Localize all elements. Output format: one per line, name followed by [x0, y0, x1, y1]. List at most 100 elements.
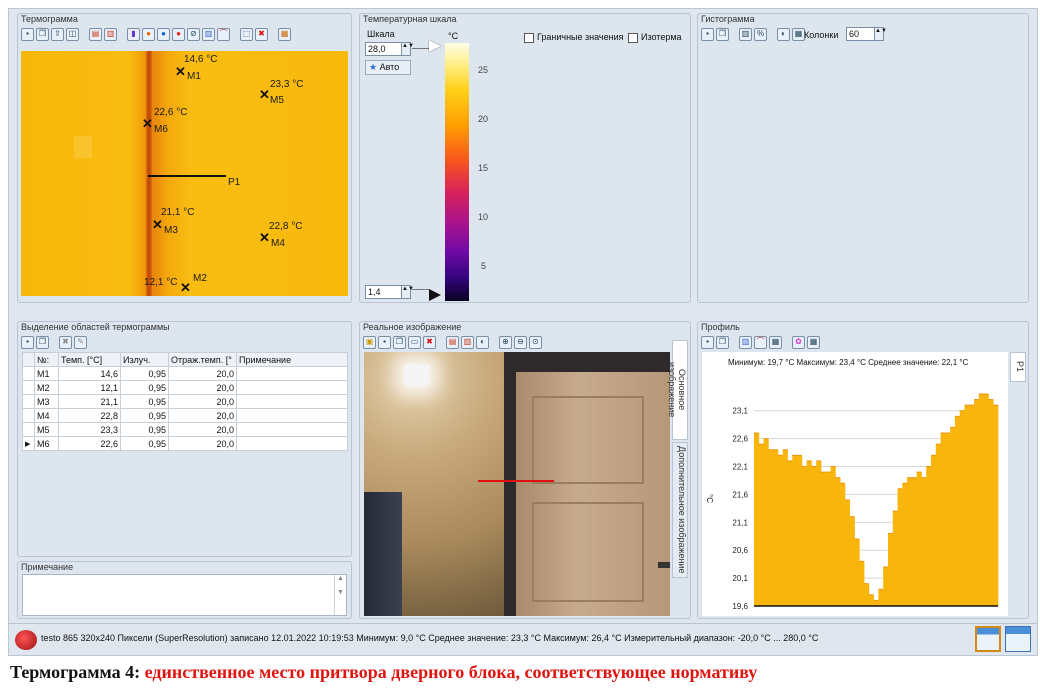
auto-button[interactable]: ★ Авто	[365, 60, 411, 75]
scale-icon[interactable]: ▮	[127, 27, 140, 41]
save-icon[interactable]: ▪	[701, 27, 714, 41]
save-icon[interactable]: ▪	[21, 335, 34, 349]
profile-bar	[801, 466, 808, 606]
marker-m4-id: M4	[271, 238, 285, 249]
save-icon[interactable]: ▪	[701, 335, 714, 349]
zoom-fit-icon[interactable]: ⊙	[529, 335, 542, 349]
zoom-in-icon[interactable]: ⊕	[499, 335, 512, 349]
window-icon[interactable]: ◫	[66, 27, 79, 41]
checkbox-box[interactable]	[628, 32, 638, 43]
header-temp[interactable]: Темп. [°C]	[58, 352, 121, 367]
point-icon[interactable]: ●	[172, 27, 185, 41]
palette-icon[interactable]: ▤	[446, 335, 459, 349]
bars-icon[interactable]: ▥	[739, 27, 752, 41]
bars-icon[interactable]: ▥	[739, 335, 752, 349]
profile-bar	[854, 539, 860, 606]
copy-icon[interactable]: ❐	[716, 27, 729, 41]
door-photo[interactable]	[364, 352, 670, 616]
header-reflected-temp[interactable]: Отраж.темп. [°	[168, 352, 237, 367]
spin-arrows-icon[interactable]: ▲▼	[401, 43, 414, 55]
grid-icon[interactable]: ▦	[807, 335, 820, 349]
scale-max-pointer[interactable]	[412, 37, 442, 52]
window-layout-2-icon[interactable]	[1005, 626, 1031, 652]
profile-bar	[974, 399, 980, 606]
marker-m2-cross[interactable]: ✕	[180, 281, 191, 294]
coldspot-icon[interactable]: ●	[157, 27, 170, 41]
copy-icon[interactable]: ❐	[716, 335, 729, 349]
scale-min-input[interactable]: 1,4 ▲▼	[365, 285, 414, 299]
tab-extra-image[interactable]: Дополнительное изображение	[672, 442, 688, 578]
figure-caption: Термограмма 4: единственное место притво…	[10, 662, 757, 683]
histogram-icon[interactable]: ▥	[202, 27, 215, 41]
checkbox-box[interactable]	[524, 32, 534, 43]
copy-icon[interactable]: ❐	[36, 335, 49, 349]
testo-logo-icon	[15, 630, 37, 650]
open-icon[interactable]: ▣	[363, 335, 376, 349]
palette-swap-icon[interactable]: ▥	[461, 335, 474, 349]
zoom-out-icon[interactable]: ⊖	[514, 335, 527, 349]
select-area-icon[interactable]: ⬚	[240, 27, 253, 41]
delete-icon[interactable]: ✖	[59, 335, 72, 349]
spin-arrows-icon[interactable]: ▲▼	[401, 286, 414, 298]
table-row[interactable]: M5 23,3 0,95 20,0	[22, 422, 348, 437]
profile-bar	[911, 477, 918, 606]
tick-10: 10	[478, 212, 489, 222]
color-icon[interactable]: ◐	[777, 27, 790, 41]
table-row[interactable]: M4 22,8 0,95 20,0	[22, 408, 348, 423]
export-icon[interactable]: ⇪	[51, 27, 64, 41]
line-chart-icon[interactable]: ⌒	[754, 335, 767, 349]
percent-icon[interactable]: %	[754, 27, 767, 41]
contrast-icon[interactable]: ◐	[476, 335, 489, 349]
isotherm-checkbox[interactable]: Изотерма	[628, 32, 682, 43]
thermal-image[interactable]: 14,6 °C ✕ M1 23,3 °C ✕ M5 22,6 °C ✕ M6 P…	[21, 51, 348, 296]
scale-min-pointer[interactable]	[412, 286, 444, 301]
profile-bar	[768, 449, 774, 606]
table-icon[interactable]: ▦	[278, 27, 291, 41]
marker-m4-cross[interactable]: ✕	[259, 231, 270, 244]
regions-panel: Выделение областей термограммы ▪ ❐ ✖ ✎ №…	[17, 321, 352, 557]
tab-main-image[interactable]: Основное изображение	[667, 340, 688, 440]
profile-bar	[916, 472, 922, 606]
header-note[interactable]: Примечание	[236, 352, 348, 367]
marker-m1-cross[interactable]: ✕	[175, 65, 186, 78]
marker-m6-cross[interactable]: ✕	[142, 117, 153, 130]
header-emissivity[interactable]: Излуч.	[120, 352, 169, 367]
paste-icon[interactable]: ▭	[408, 335, 421, 349]
color-wheel-icon[interactable]: ✿	[792, 335, 805, 349]
histogram-panel: Гистограмма ▪ ❐ ▥ % ◐ ▦ Колонки 60 ▲▼	[697, 13, 1029, 303]
tab-profile-p1[interactable]: P1	[1010, 352, 1026, 382]
scale-max-input[interactable]: 28,0 ▲▼	[365, 42, 414, 56]
palette-icon[interactable]: ▤	[89, 27, 102, 41]
profile-icon[interactable]: ⌒	[217, 27, 230, 41]
table-row[interactable]: M3 21,1 0,95 20,0	[22, 394, 348, 409]
real-image-title: Реальное изображение	[363, 322, 462, 332]
table-row[interactable]: ▶ M6 22,6 0,95 20,0	[22, 436, 348, 451]
save-icon[interactable]: ▪	[378, 335, 391, 349]
hotspot-icon[interactable]: ●	[142, 27, 155, 41]
note-panel: Примечание ▲ ▼	[17, 561, 352, 619]
marker-m3-cross[interactable]: ✕	[152, 218, 163, 231]
window-layout-1-icon[interactable]	[975, 626, 1001, 652]
table-header-row: №: Темп. [°C] Излуч. Отраж.темп. [° Прим…	[22, 352, 348, 367]
profile-bar	[830, 466, 836, 606]
chart-grid-icon[interactable]: ▦	[769, 335, 782, 349]
copy-icon[interactable]: ❐	[393, 335, 406, 349]
delete-icon[interactable]: ✖	[423, 335, 436, 349]
pin-icon[interactable]: ✎	[74, 335, 87, 349]
table-row[interactable]: M2 12,1 0,95 20,0	[22, 380, 348, 395]
note-textarea[interactable]: ▲ ▼	[22, 574, 347, 616]
table-row[interactable]: M1 14,6 0,95 20,0	[22, 366, 348, 381]
palette-swap-icon[interactable]: ▥	[104, 27, 117, 41]
profile-line-p1[interactable]	[148, 175, 226, 177]
no-measure-icon[interactable]: ⊘	[187, 27, 200, 41]
header-number[interactable]: №:	[34, 352, 59, 367]
marker-m5-cross[interactable]: ✕	[259, 88, 270, 101]
profile-bar	[892, 511, 898, 606]
boundary-checkbox[interactable]: Граничные значения	[524, 32, 623, 43]
save-icon[interactable]: ▪	[21, 27, 34, 41]
spin-arrows-icon[interactable]: ▲▼	[874, 28, 887, 40]
copy-icon[interactable]: ❐	[36, 27, 49, 41]
columns-input[interactable]: 60 ▲▼	[846, 27, 887, 41]
note-scrollbar[interactable]: ▲ ▼	[334, 575, 346, 615]
delete-icon[interactable]: ✖	[255, 27, 268, 41]
